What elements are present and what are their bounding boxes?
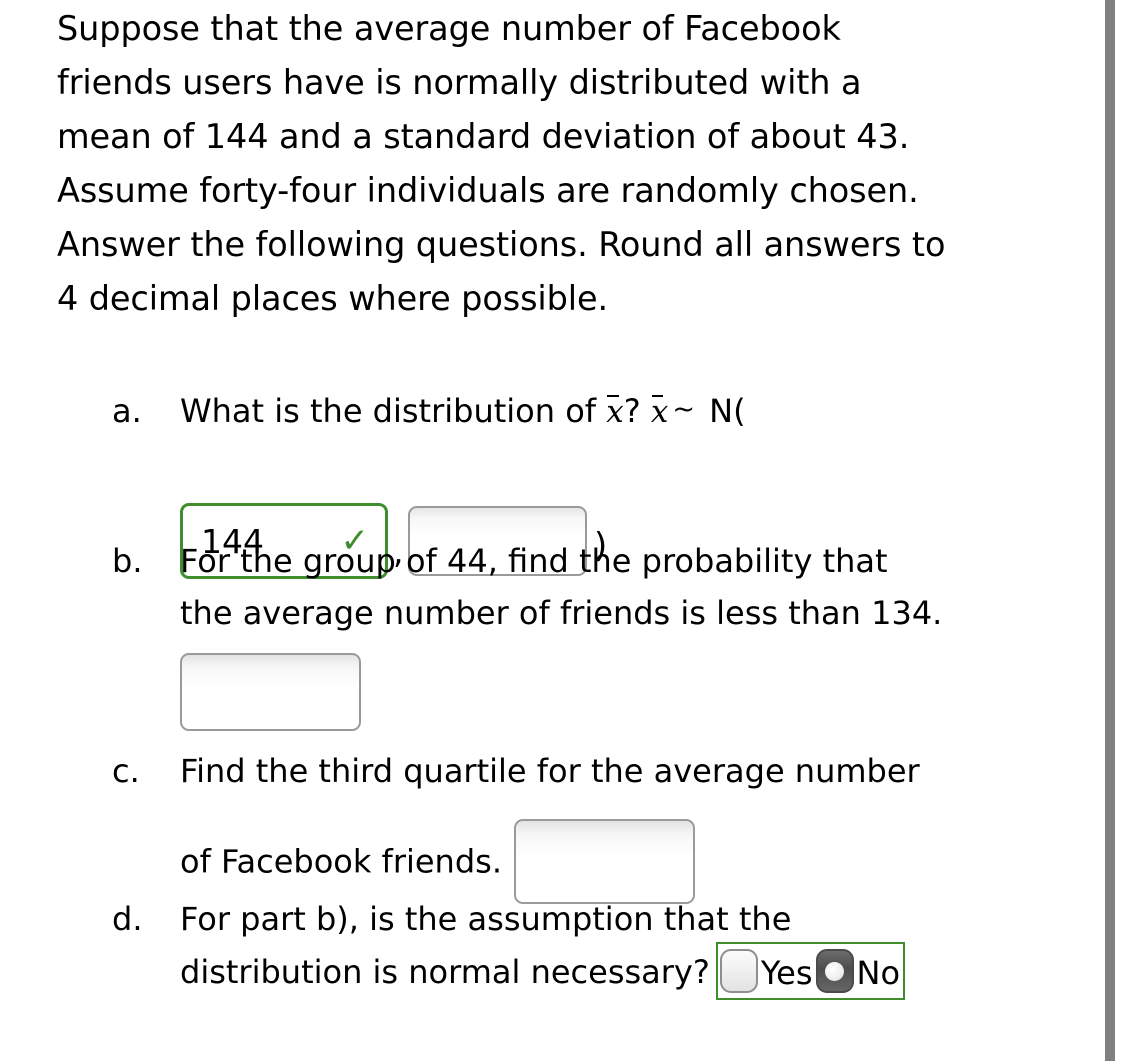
scrollbar-gutter <box>1115 0 1125 1061</box>
tilde-symbol: ~ <box>672 394 695 425</box>
radio-label-yes[interactable]: Yes <box>759 954 815 992</box>
part-a-question-mark: ? <box>623 392 651 430</box>
radio-yes[interactable] <box>719 949 758 993</box>
part-b-line2: the average number of friends is less th… <box>180 594 943 632</box>
part-a-answer-row: 144 ✓ , ) <box>112 448 1087 579</box>
x-bar-symbol-2: x <box>651 394 668 430</box>
part-a-text: What is the distribution of <box>180 392 607 430</box>
part-b-answer-input[interactable] <box>180 653 361 731</box>
part-c-body: Find the third quartile for the average … <box>180 745 1087 906</box>
question-part-b: b. For the group of 44, find the probabi… <box>112 535 1087 731</box>
radio-label-no[interactable]: No <box>855 954 903 992</box>
yes-no-radio-group: Yes No <box>715 942 906 1000</box>
part-c-line2: of Facebook friends. <box>180 842 502 881</box>
question-part-a: a. What is the distribution of x? x ~ N( … <box>112 385 1087 579</box>
x-bar-letter-1: x <box>606 394 624 430</box>
part-a-dist-open: N( <box>698 392 746 430</box>
part-d-line2-row: distribution is normal necessary? Yes No <box>180 942 1087 1003</box>
part-d-body: For part b), is the assumption that the … <box>180 893 1087 1003</box>
part-c-answer-input[interactable] <box>513 819 695 904</box>
part-b-line1: For the group of 44, find the probabilit… <box>180 542 888 580</box>
question-part-d: d. For part b), is the assumption that t… <box>112 893 1087 1003</box>
part-d-line2: distribution is normal necessary? <box>180 953 710 991</box>
part-c-line1: Find the third quartile for the average … <box>180 752 920 790</box>
overbar-1 <box>607 395 619 398</box>
problem-statement: Suppose that the average number of Faceb… <box>57 9 946 318</box>
worksheet-page: Suppose that the average number of Faceb… <box>0 0 1105 1061</box>
radio-no[interactable] <box>815 949 854 993</box>
radio-no-dot <box>825 961 844 981</box>
part-b-marker: b. <box>112 542 143 580</box>
part-d-line1: For part b), is the assumption that the <box>180 900 792 938</box>
part-a-marker: a. <box>112 392 142 430</box>
part-c-marker: c. <box>112 752 140 790</box>
part-b-body: For the group of 44, find the probabilit… <box>180 535 1087 639</box>
part-a-body: What is the distribution of x? x ~ N( <box>180 385 1087 440</box>
overbar-2 <box>652 395 664 398</box>
x-bar-letter-2: x <box>650 394 669 430</box>
question-part-c: c. Find the third quartile for the avera… <box>112 745 1087 906</box>
part-d-marker: d. <box>112 900 143 938</box>
vertical-scrollbar[interactable] <box>1105 0 1115 1061</box>
x-bar-symbol-1: x <box>606 394 623 430</box>
